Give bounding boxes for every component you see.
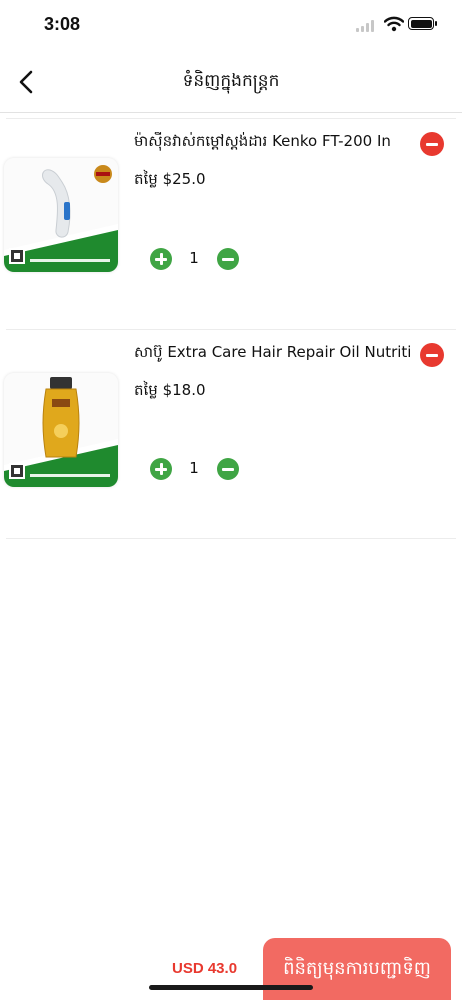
nav-bar: ទំនិញក្នុងកន្ត្រក	[0, 52, 462, 113]
page-title: ទំនិញក្នុងកន្ត្រក	[182, 71, 280, 91]
item-name: សាប៊ូ Extra Care Hair Repair Oil Nutriti	[134, 343, 410, 361]
status-bar: 3:08	[0, 0, 462, 50]
checkout-button[interactable]: ពិនិត្យមុនការបញ្ជាទិញ	[263, 938, 451, 1000]
signal-icon	[356, 20, 376, 32]
increase-quantity-button[interactable]	[150, 458, 172, 480]
divider	[6, 118, 456, 119]
remove-item-button[interactable]	[420, 343, 444, 367]
home-indicator[interactable]	[149, 985, 313, 990]
decrease-quantity-button[interactable]	[217, 248, 239, 270]
quantity-value: 1	[189, 249, 199, 267]
total-amount: USD 43.0	[172, 960, 238, 977]
divider	[6, 538, 456, 539]
cart-item: សាប៊ូ Extra Care Hair Repair Oil Nutriti…	[0, 329, 462, 539]
thermometer-product-image[interactable]	[4, 158, 118, 272]
remove-item-button[interactable]	[420, 132, 444, 156]
cart-item: ម៉ាស៊ីនវាស់កម្ដៅស្តង់ដារ Kenko FT-200 In…	[0, 118, 462, 328]
item-price: តម្លៃ $18.0	[134, 381, 206, 399]
divider	[6, 329, 456, 330]
decrease-quantity-button[interactable]	[217, 458, 239, 480]
status-time: 3:08	[44, 14, 81, 34]
increase-quantity-button[interactable]	[150, 248, 172, 270]
quantity-value: 1	[189, 459, 199, 477]
item-price: តម្លៃ $25.0	[134, 170, 206, 188]
shampoo-bottle-product-image[interactable]	[4, 373, 118, 487]
battery-icon	[408, 17, 437, 30]
wifi-icon	[384, 16, 404, 32]
item-name: ម៉ាស៊ីនវាស់កម្ដៅស្តង់ដារ Kenko FT-200 In	[134, 132, 391, 150]
checkout-bar: USD 43.0 ពិនិត្យមុនការបញ្ជាទិញ	[0, 938, 462, 1000]
